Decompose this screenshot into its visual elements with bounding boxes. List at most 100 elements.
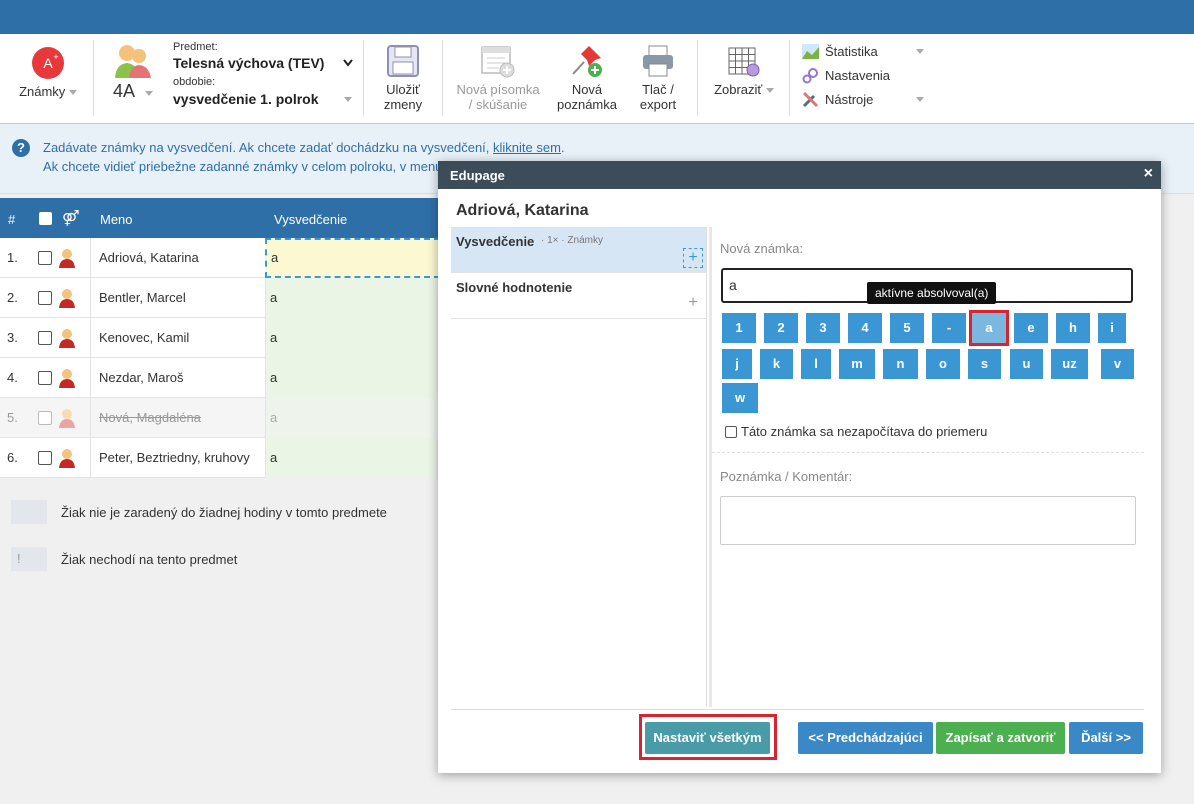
save-close-button[interactable]: Zapísať a zatvoriť — [936, 722, 1065, 754]
grade-button-e[interactable]: e — [1014, 313, 1048, 343]
student-name[interactable]: Bentler, Marcel — [99, 278, 186, 318]
chevron-down-icon — [916, 97, 924, 102]
save-changes-button[interactable]: Uložiť zmeny — [372, 44, 434, 112]
grade-button-4[interactable]: 4 — [848, 313, 882, 343]
grade-button-m[interactable]: m — [839, 349, 875, 379]
show-button[interactable]: Zobraziť — [704, 46, 784, 97]
close-icon[interactable]: × — [1144, 165, 1153, 183]
table-row[interactable]: 6. Peter, Beztriedny, kruhovy a — [0, 438, 440, 478]
dialog-header: Edupage × — [438, 161, 1161, 189]
grade-button-a[interactable]: a — [969, 310, 1009, 346]
add-icon[interactable]: + — [683, 294, 703, 314]
list-item-title: Slovné hodnotenie — [456, 280, 573, 295]
info-text-1: Zadávate známky na vysvedčení. Ak chcete… — [43, 140, 494, 155]
row-checkbox[interactable] — [38, 411, 52, 425]
student-name[interactable]: Nová, Magdaléna — [99, 398, 201, 438]
grade-button-1[interactable]: 1 — [722, 313, 756, 343]
new-test-button[interactable]: Nová písomka / skúšanie — [450, 44, 546, 112]
znamky-label: Známky — [19, 84, 66, 99]
grade-button-w[interactable]: w — [722, 383, 758, 413]
svg-text:+: + — [53, 52, 58, 62]
subject-value: Telesná výchova (TEV) — [173, 55, 325, 71]
tools-menu[interactable]: Nástroje — [802, 91, 924, 109]
grade-button-dash[interactable]: - — [932, 313, 966, 343]
set-all-button[interactable]: Nastaviť všetkým — [645, 722, 770, 754]
exclude-average-checkbox[interactable] — [725, 426, 737, 438]
grade-button-u[interactable]: u — [1010, 349, 1043, 379]
grade-button-5[interactable]: 5 — [890, 313, 924, 343]
subject-select[interactable]: Telesná výchova (TEV) — [173, 55, 353, 71]
chevron-down-icon — [68, 90, 77, 96]
grade-button-k[interactable]: k — [760, 349, 793, 379]
row-checkbox[interactable] — [38, 331, 52, 345]
row-checkbox[interactable] — [38, 451, 52, 465]
grade-button-n[interactable]: n — [883, 349, 918, 379]
exclude-average-option[interactable]: Táto známka sa nezapočítava do priemeru — [725, 424, 987, 439]
grade-button-2[interactable]: 2 — [764, 313, 798, 343]
tools-icon — [802, 91, 819, 108]
grade-button-l[interactable]: l — [801, 349, 831, 379]
grade-button-v[interactable]: v — [1101, 349, 1134, 379]
table-row[interactable]: 3. Kenovec, Kamil a — [0, 318, 440, 358]
grade-cell[interactable]: a — [265, 438, 440, 478]
grade-button-uz[interactable]: uz — [1051, 349, 1088, 379]
new-note-button[interactable]: Nová poznámka — [552, 44, 622, 112]
table-row[interactable]: 2. Bentler, Marcel a — [0, 278, 440, 318]
grade-entry-pane: Nová známka: a aktívne absolvoval(a) 1 2… — [709, 227, 1144, 707]
grade-button-o[interactable]: o — [926, 349, 960, 379]
row-number: 1. — [7, 250, 18, 265]
period-select[interactable]: vysvedčenie 1. polrok — [173, 91, 353, 107]
comment-textarea[interactable] — [720, 496, 1136, 545]
section-divider — [712, 452, 1144, 453]
row-number: 2. — [7, 290, 18, 305]
student-name[interactable]: Kenovec, Kamil — [99, 318, 189, 358]
new-note-label-1: Nová — [571, 82, 603, 97]
grade-cell[interactable]: a — [265, 318, 440, 358]
gender-icon[interactable]: ⚤ — [62, 209, 80, 227]
subject-caption: Predmet: — [173, 41, 218, 53]
grid-header: # ⚤ Meno Vysvedčenie — [0, 198, 440, 238]
grade-cell[interactable]: a — [265, 358, 440, 398]
grade-cell[interactable]: a — [265, 238, 440, 278]
student-icon — [59, 449, 75, 468]
attendance-link[interactable]: kliknite sem — [493, 140, 561, 155]
student-name-heading: Adriová, Katarina — [456, 202, 589, 219]
class-selector[interactable]: 4A — [105, 42, 161, 100]
statistics-menu[interactable]: Štatistika — [802, 43, 924, 61]
col-vysvedcenie[interactable]: Vysvedčenie — [274, 212, 347, 227]
toolbar-divider — [93, 40, 94, 116]
row-checkbox[interactable] — [38, 371, 52, 385]
grade-cell[interactable]: a — [265, 278, 440, 318]
student-name[interactable]: Peter, Beztriedny, kruhovy — [99, 438, 250, 478]
grade-button-i[interactable]: i — [1098, 313, 1126, 343]
column-divider — [90, 318, 91, 358]
table-row[interactable]: 5. Nová, Magdaléna a — [0, 398, 440, 438]
student-icon — [59, 409, 75, 428]
list-item-slovne-hodnotenie[interactable]: Slovné hodnotenie + — [451, 273, 706, 319]
list-item-vysvedcenie[interactable]: Vysvedčenie · 1× · Známky + — [451, 227, 706, 273]
add-icon[interactable]: + — [683, 248, 703, 268]
next-button[interactable]: Ďalší >> — [1069, 722, 1143, 754]
legend-swatch: ! — [11, 547, 47, 571]
student-name[interactable]: Adriová, Katarina — [99, 238, 199, 278]
grade-button-j[interactable]: j — [722, 349, 752, 379]
col-name[interactable]: Meno — [100, 212, 133, 227]
print-export-button[interactable]: Tlač / export — [628, 44, 688, 112]
chart-icon — [802, 44, 819, 59]
grade-button-s[interactable]: s — [968, 349, 1001, 379]
grade-button-3[interactable]: 3 — [806, 313, 840, 343]
row-checkbox[interactable] — [38, 291, 52, 305]
table-row[interactable]: 1. Adriová, Katarina a — [0, 238, 440, 278]
chevron-down-icon — [916, 49, 924, 54]
settings-menu[interactable]: Nastavenia — [802, 67, 924, 85]
row-checkbox[interactable] — [38, 251, 52, 265]
toolbar: A + Známky 4A Predmet: Telesná výchova (… — [0, 34, 1194, 124]
select-all-checkbox[interactable] — [39, 212, 52, 225]
previous-button[interactable]: << Predchádzajúci — [798, 722, 933, 754]
grade-cell[interactable]: a — [265, 398, 440, 438]
statistics-label: Štatistika — [825, 44, 878, 59]
table-row[interactable]: 4. Nezdar, Maroš a — [0, 358, 440, 398]
student-name[interactable]: Nezdar, Maroš — [99, 358, 184, 398]
znamky-button[interactable]: A + Známky — [14, 46, 82, 99]
grade-button-h[interactable]: h — [1056, 313, 1090, 343]
